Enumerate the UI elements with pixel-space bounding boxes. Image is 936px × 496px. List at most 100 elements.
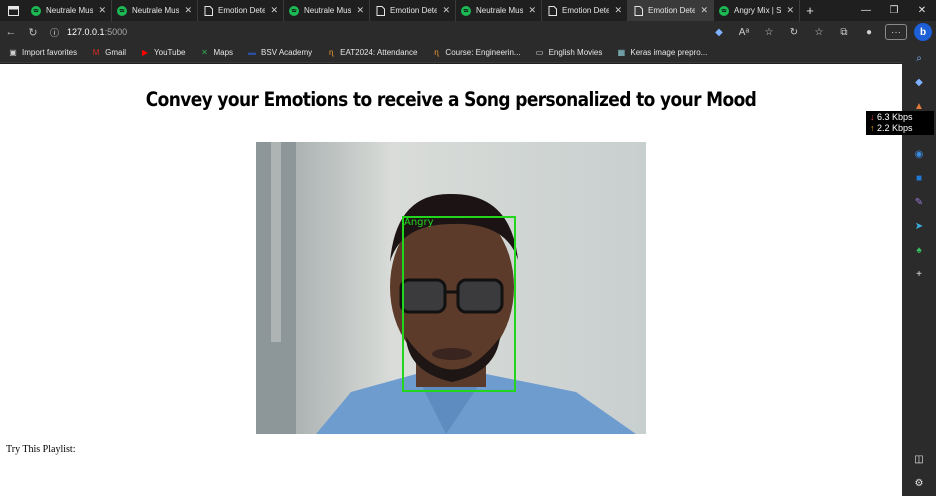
- browser-tab[interactable]: Neutrale Musik ✕: [112, 0, 198, 21]
- close-window-icon[interactable]: ✕: [908, 0, 936, 21]
- keras-icon: ▦: [617, 48, 626, 57]
- profile-avatar[interactable]: ●: [860, 23, 878, 41]
- split-screen-icon[interactable]: ◫: [910, 450, 928, 468]
- bookmark-item[interactable]: M Gmail: [91, 48, 126, 58]
- tab-label: Neutrale Musik: [476, 6, 524, 15]
- browser-tab[interactable]: Neutrale Musik ✕: [26, 0, 112, 21]
- new-tab-button[interactable]: +: [800, 3, 820, 18]
- maps-icon: ✕: [201, 48, 208, 57]
- upload-arrow-icon: ↑: [870, 123, 875, 133]
- shopping-tag-icon[interactable]: ◆: [910, 73, 928, 91]
- tab-label: Neutrale Musik: [132, 6, 180, 15]
- send-icon[interactable]: ➤: [910, 217, 928, 235]
- page-icon: [547, 5, 557, 16]
- browser-tab[interactable]: Emotion Detection ✕: [542, 0, 628, 21]
- emotion-label: Angry: [404, 217, 434, 228]
- close-tab-icon[interactable]: ✕: [270, 5, 278, 16]
- collections-icon[interactable]: ⧉: [835, 23, 853, 41]
- tab-label: Neutrale Musik: [304, 6, 352, 15]
- webcam-feed: Angry: [256, 142, 646, 434]
- bookmark-label: BSV Academy: [261, 48, 313, 57]
- bookmark-label: Course: Engineerin...: [445, 48, 521, 57]
- bookmark-item[interactable]: ▬ BSV Academy: [247, 48, 312, 58]
- bsv-icon: ▬: [248, 48, 257, 57]
- browser-tab[interactable]: Neutrale Musik ✕: [456, 0, 542, 21]
- monitor-icon: ▭: [535, 48, 544, 57]
- download-speed: 6.3 Kbps: [877, 112, 913, 122]
- bookmarks-bar: ▣ Import favorites M Gmail ▶ YouTube ✕ Maps ▬ BSV…: [0, 43, 936, 63]
- back-button[interactable]: ←: [0, 21, 22, 43]
- url-host: 127.0.0.1: [67, 27, 105, 37]
- spotify-icon: [719, 5, 729, 16]
- page-icon: [203, 5, 213, 16]
- refresh-extension-icon[interactable]: ↻: [785, 23, 803, 41]
- site-info-icon[interactable]: ⓘ: [50, 26, 59, 39]
- designer-icon[interactable]: ✎: [910, 193, 928, 211]
- bookmark-item[interactable]: ✕ Maps: [199, 48, 233, 58]
- favorite-star-icon[interactable]: ☆: [760, 23, 778, 41]
- browser-tab[interactable]: Neutrale Musik ✕: [284, 0, 370, 21]
- close-tab-icon[interactable]: ✕: [184, 5, 192, 16]
- bookmark-label: English Movies: [548, 48, 603, 57]
- tab-label: Emotion Detection: [648, 6, 696, 15]
- nptel-icon: ɳ: [328, 48, 334, 57]
- spotify-icon: [289, 5, 299, 16]
- download-arrow-icon: ↓: [870, 112, 875, 122]
- tab-actions-icon[interactable]: [0, 0, 26, 21]
- nptel-icon: ɳ: [434, 48, 439, 57]
- tag-icon[interactable]: ◆: [710, 23, 728, 41]
- favorites-icon[interactable]: ☆: [810, 23, 828, 41]
- bookmark-label: Maps: [213, 48, 234, 57]
- tab-label: Emotion Detection: [562, 6, 610, 15]
- settings-gear-icon[interactable]: ⚙: [910, 474, 928, 492]
- copilot-icon[interactable]: ◉: [910, 145, 928, 163]
- more-options-button[interactable]: ···: [885, 24, 907, 40]
- gmail-icon: M: [92, 48, 100, 57]
- bookmark-item[interactable]: ▣ Import favorites: [8, 48, 77, 58]
- refresh-button[interactable]: ↻: [22, 21, 44, 43]
- browser-tab[interactable]: Angry Mix | Spotify ✕: [714, 0, 800, 21]
- outlook-icon[interactable]: ■: [910, 169, 928, 187]
- upload-speed: 2.2 Kbps: [877, 123, 913, 133]
- network-speed-widget: ↓ 6.3 Kbps ↑ 2.2 Kbps: [866, 111, 934, 135]
- bookmark-item[interactable]: ɳ EAT2024: Attendance: [326, 48, 417, 58]
- close-tab-icon[interactable]: ✕: [700, 5, 708, 16]
- close-tab-icon[interactable]: ✕: [786, 5, 794, 16]
- bookmark-label: Import favorites: [22, 48, 78, 57]
- tree-icon[interactable]: ♠: [910, 241, 928, 259]
- address-bar[interactable]: ⓘ 127.0.0.1:5000: [50, 24, 670, 40]
- close-tab-icon[interactable]: ✕: [528, 5, 536, 16]
- bing-copilot-icon[interactable]: b: [914, 23, 932, 41]
- page-title: Convey your Emotions to receive a Song p…: [145, 88, 757, 112]
- close-tab-icon[interactable]: ✕: [614, 5, 622, 16]
- restore-icon[interactable]: ❐: [880, 0, 908, 21]
- close-tab-icon[interactable]: ✕: [98, 5, 106, 16]
- navigation-toolbar: ← ↻ ⓘ 127.0.0.1:5000 ◆ Aᵃ ☆ ↻ ☆ ⧉ ● ··· …: [0, 21, 936, 43]
- read-aloud-icon[interactable]: Aᵃ: [735, 23, 753, 41]
- bookmark-item[interactable]: ▦ Keras image prepro...: [616, 48, 708, 58]
- minimize-icon[interactable]: —: [852, 0, 880, 21]
- page-content: Convey your Emotions to receive a Song p…: [0, 64, 902, 496]
- tab-label: Angry Mix | Spotify: [734, 6, 782, 15]
- url-port: :5000: [104, 27, 128, 37]
- search-icon[interactable]: ⌕: [910, 49, 928, 67]
- spotify-icon: [31, 5, 41, 16]
- bookmark-item[interactable]: ▶ YouTube: [140, 48, 186, 58]
- page-icon: [375, 5, 385, 16]
- bookmark-item[interactable]: ▭ English Movies: [535, 48, 603, 58]
- playlist-prompt: Try This Playlist:: [6, 444, 76, 455]
- tab-strip: Neutrale Musik✕Neutrale Musik✕Emotion De…: [0, 0, 936, 21]
- bookmark-item[interactable]: ɳ Course: Engineerin...: [431, 48, 520, 58]
- close-tab-icon[interactable]: ✕: [442, 5, 450, 16]
- browser-tab[interactable]: Emotion Detection ✕: [628, 0, 714, 21]
- browser-window: Neutrale Musik✕Neutrale Musik✕Emotion De…: [0, 0, 936, 496]
- close-tab-icon[interactable]: ✕: [356, 5, 364, 16]
- browser-tab[interactable]: Emotion Detection ✕: [370, 0, 456, 21]
- bookmark-label: YouTube: [154, 48, 186, 57]
- face-detection-box: [402, 216, 516, 392]
- add-sidebar-icon[interactable]: +: [910, 265, 928, 283]
- bookmark-label: EAT2024: Attendance: [340, 48, 418, 57]
- browser-tab[interactable]: Emotion Detection ✕: [198, 0, 284, 21]
- bookmark-label: Gmail: [105, 48, 127, 57]
- tab-label: Neutrale Musik: [46, 6, 94, 15]
